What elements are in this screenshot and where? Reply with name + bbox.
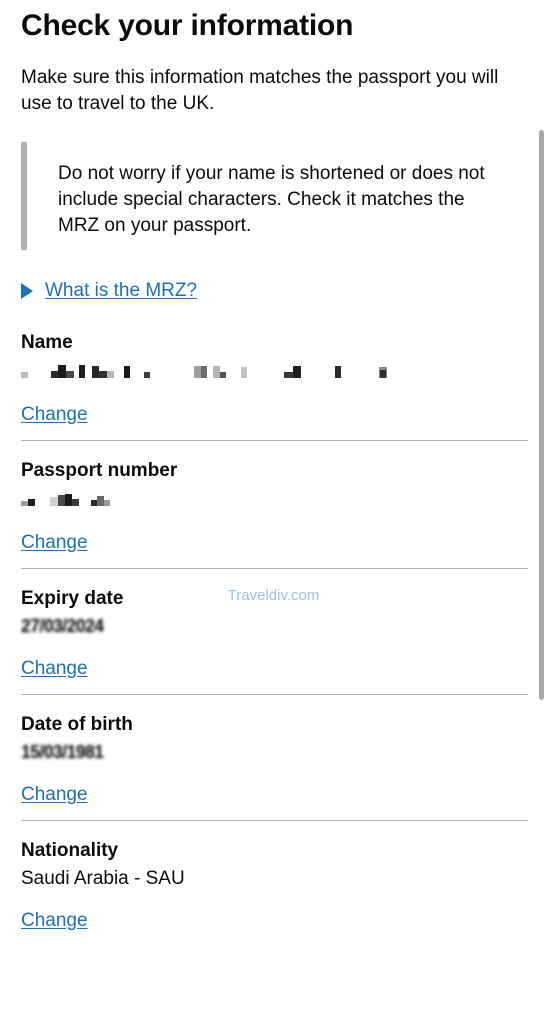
redaction-block xyxy=(51,371,58,378)
summary-key-nationality: Nationality xyxy=(21,840,119,861)
summary-row-passport-number: Passport number Change xyxy=(21,441,528,569)
redaction-block xyxy=(72,499,79,506)
redaction-block xyxy=(65,494,72,506)
redaction-block xyxy=(284,372,293,378)
blurred-date-of-birth-value: 15/03/1981 xyxy=(21,742,104,762)
change-link-date-of-birth[interactable]: Change xyxy=(21,783,88,807)
change-link-expiry-date[interactable]: Change xyxy=(21,657,88,681)
redacted-passport-number-value xyxy=(21,488,528,506)
redaction-block xyxy=(21,501,28,506)
inset-text: Do not worry if your name is shortened o… xyxy=(58,163,485,236)
redaction-block xyxy=(241,367,247,378)
redaction-block xyxy=(66,371,74,378)
redaction-block xyxy=(28,499,35,506)
redaction-block xyxy=(201,366,207,378)
redaction-block xyxy=(124,366,130,378)
redaction-block xyxy=(97,496,104,506)
details-disclosure[interactable]: What is the MRZ? xyxy=(21,279,528,303)
chevron-right-icon xyxy=(21,283,33,299)
summary-row-name: Name Change xyxy=(21,330,528,441)
change-link-nationality[interactable]: Change xyxy=(21,909,88,933)
summary-key-name: Name xyxy=(21,332,73,353)
redaction-block xyxy=(144,372,150,378)
redaction-block xyxy=(107,371,114,378)
intro-paragraph: Make sure this information matches the p… xyxy=(21,67,499,114)
redaction-block xyxy=(104,500,110,506)
redaction-block xyxy=(21,372,28,378)
summary-value-expiry-date: 27/03/2024 xyxy=(21,614,528,639)
summary-key-passport-number: Passport number xyxy=(21,460,178,481)
redaction-block xyxy=(99,371,107,378)
inset-text-block: Do not worry if your name is shortened o… xyxy=(21,142,528,250)
redaction-block xyxy=(220,372,226,378)
page-title: Check your information xyxy=(21,9,354,42)
redaction-block xyxy=(213,366,220,378)
summary-row-expiry-date: Expiry date 27/03/2024 Change xyxy=(21,569,528,695)
details-summary-label[interactable]: What is the MRZ? xyxy=(45,279,197,303)
redaction-block xyxy=(58,365,66,378)
summary-value-nationality: Saudi Arabia - SAU xyxy=(21,868,185,889)
redaction-block xyxy=(43,371,51,378)
blurred-expiry-date-value: 27/03/2024 xyxy=(21,616,104,636)
vertical-scrollbar[interactable] xyxy=(537,0,547,1024)
redaction-block xyxy=(194,366,201,378)
scrollbar-thumb[interactable] xyxy=(539,130,544,700)
change-link-name[interactable]: Change xyxy=(21,403,88,427)
redaction-block xyxy=(79,365,85,378)
summary-value-date-of-birth: 15/03/1981 xyxy=(21,740,528,765)
redaction-block xyxy=(50,497,58,506)
summary-value-name xyxy=(21,360,528,385)
summary-row-date-of-birth: Date of birth 15/03/1981 Change xyxy=(21,695,528,821)
summary-row-nationality: Nationality Saudi Arabia - SAU Change xyxy=(21,821,528,946)
redaction-block xyxy=(335,366,341,378)
summary-key-expiry-date: Expiry date xyxy=(21,588,124,609)
summary-list: Name Change Passport number Change Expir… xyxy=(21,330,528,946)
summary-key-date-of-birth: Date of birth xyxy=(21,714,133,735)
change-link-passport-number[interactable]: Change xyxy=(21,531,88,555)
redaction-block xyxy=(92,366,99,378)
check-information-page: Check your information Make sure this in… xyxy=(0,0,547,1024)
summary-value-passport-number xyxy=(21,488,528,513)
redaction-block xyxy=(380,370,386,378)
redaction-block xyxy=(293,366,301,378)
redacted-name-value xyxy=(21,360,528,378)
redaction-block xyxy=(58,495,65,506)
